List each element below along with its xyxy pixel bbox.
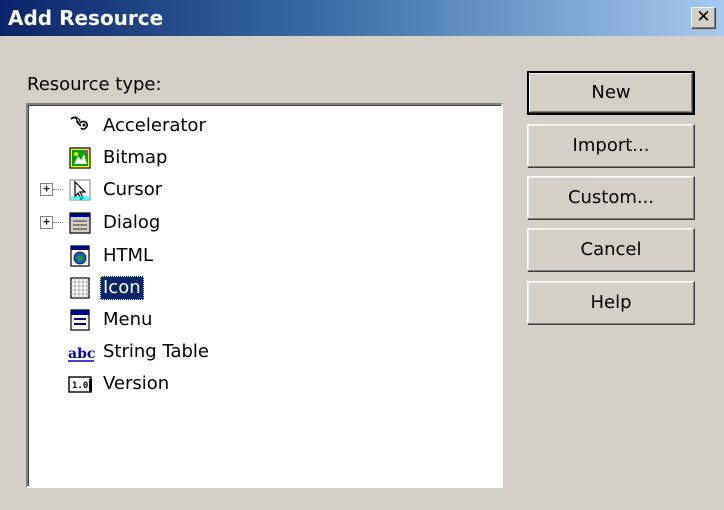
svg-text:1.0: 1.0 (72, 381, 88, 391)
title-bar[interactable]: Add Resource ✕ (0, 0, 724, 36)
expand-icon[interactable]: + (40, 183, 53, 196)
help-button[interactable]: Help (527, 281, 695, 325)
menu-icon (68, 308, 92, 332)
tree-item-label: HTML (103, 245, 154, 266)
add-resource-dialog: Add Resource ✕ Resource type: Accelerato… (0, 0, 724, 510)
tree-item-dialog[interactable]: + Dialog (28, 208, 498, 238)
close-button[interactable]: ✕ (691, 7, 716, 29)
tree-item-menu[interactable]: Menu (28, 305, 498, 335)
tree-item-label: Icon (100, 276, 144, 300)
accelerator-icon (68, 114, 92, 138)
html-icon (68, 244, 92, 268)
import-button[interactable]: Import... (527, 124, 695, 168)
icon-resource-icon (68, 276, 92, 300)
tree-item-label: Cursor (103, 179, 163, 200)
svg-text:abc: abc (68, 346, 95, 362)
tree-item-accelerator[interactable]: Accelerator (28, 111, 498, 141)
cursor-icon (68, 178, 92, 202)
cancel-button[interactable]: Cancel (527, 228, 695, 272)
tree-connector (53, 222, 63, 224)
tree-item-label: Menu (103, 309, 153, 330)
tree-item-label: Version (103, 373, 170, 394)
tree-item-version[interactable]: 1.0 Version (28, 369, 498, 399)
tree-connector (53, 189, 63, 191)
tree-item-label: Bitmap (103, 147, 168, 168)
tree-item-bitmap[interactable]: Bitmap (28, 143, 498, 173)
tree-item-label: Dialog (103, 212, 161, 233)
tree-item-cursor[interactable]: + Cursor (28, 175, 498, 205)
resource-type-label: Resource type: (27, 74, 162, 95)
tree-item-string-table[interactable]: abc String Table (28, 337, 498, 367)
window-title: Add Resource (8, 6, 164, 30)
custom-button[interactable]: Custom... (527, 176, 695, 220)
tree-item-icon[interactable]: Icon (28, 273, 498, 303)
close-icon: ✕ (696, 7, 711, 27)
version-icon: 1.0 (68, 372, 92, 396)
tree-item-html[interactable]: HTML (28, 241, 498, 271)
tree-item-label: String Table (103, 341, 209, 362)
new-button[interactable]: New (527, 71, 695, 115)
string-table-icon: abc (68, 340, 95, 364)
bitmap-icon (68, 146, 92, 170)
expand-icon[interactable]: + (40, 216, 53, 229)
tree-item-label: Accelerator (103, 115, 206, 136)
dialog-icon (68, 211, 92, 235)
resource-type-tree[interactable]: Accelerator Bitmap + Cursor + Dialog HTM… (26, 103, 503, 488)
